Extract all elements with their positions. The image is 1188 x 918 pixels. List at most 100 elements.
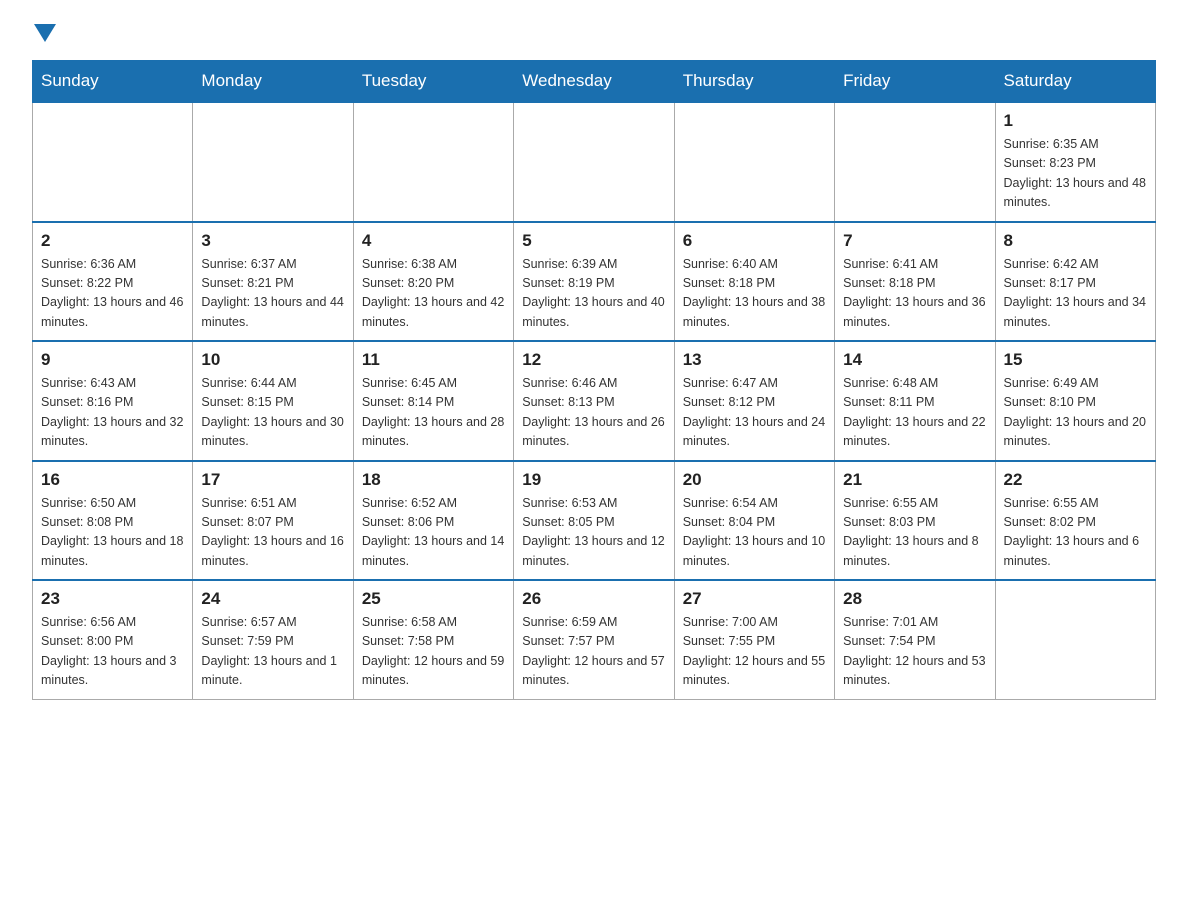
- calendar-cell: 27 Sunrise: 7:00 AM Sunset: 7:55 PM Dayli…: [674, 580, 834, 699]
- calendar-cell: 6Sunrise: 6:40 AM Sunset: 8:18 PM Daylig…: [674, 222, 834, 342]
- calendar-cell: 23 Sunrise: 6:56 AM Sunset: 8:00 PM Dayli…: [33, 580, 193, 699]
- weekday-header-sunday: Sunday: [33, 61, 193, 103]
- day-number: 14: [843, 350, 986, 370]
- day-info: Sunrise: 6:52 AM Sunset: 8:06 PM Dayligh…: [362, 494, 505, 572]
- day-info: Sunrise: 6:36 AM Sunset: 8:22 PM Dayligh…: [41, 255, 184, 333]
- week-row-4: 16 Sunrise: 6:50 AM Sunset: 8:08 PM Dayli…: [33, 461, 1156, 581]
- day-info: Sunrise: 6:41 AM Sunset: 8:18 PM Dayligh…: [843, 255, 986, 333]
- day-info: Sunrise: 6:39 AM Sunset: 8:19 PM Dayligh…: [522, 255, 665, 333]
- weekday-header-saturday: Saturday: [995, 61, 1155, 103]
- day-info: Sunrise: 6:43 AM Sunset: 8:16 PM Dayligh…: [41, 374, 184, 452]
- day-info: Sunrise: 6:51 AM Sunset: 8:07 PM Dayligh…: [201, 494, 344, 572]
- day-info: Sunrise: 6:46 AM Sunset: 8:13 PM Dayligh…: [522, 374, 665, 452]
- calendar-cell: 22Sunrise: 6:55 AM Sunset: 8:02 PM Dayli…: [995, 461, 1155, 581]
- day-number: 23: [41, 589, 184, 609]
- day-info: Sunrise: 6:57 AM Sunset: 7:59 PM Dayligh…: [201, 613, 344, 691]
- day-info: Sunrise: 7:00 AM Sunset: 7:55 PM Dayligh…: [683, 613, 826, 691]
- day-info: Sunrise: 6:42 AM Sunset: 8:17 PM Dayligh…: [1004, 255, 1147, 333]
- day-info: Sunrise: 6:58 AM Sunset: 7:58 PM Dayligh…: [362, 613, 505, 691]
- day-number: 7: [843, 231, 986, 251]
- calendar-cell: 14 Sunrise: 6:48 AM Sunset: 8:11 PM Dayli…: [835, 341, 995, 461]
- weekday-header-friday: Friday: [835, 61, 995, 103]
- calendar-table: SundayMondayTuesdayWednesdayThursdayFrid…: [32, 60, 1156, 700]
- day-info: Sunrise: 6:55 AM Sunset: 8:02 PM Dayligh…: [1004, 494, 1147, 572]
- day-number: 8: [1004, 231, 1147, 251]
- logo-triangle-icon: [34, 24, 56, 42]
- day-info: Sunrise: 6:47 AM Sunset: 8:12 PM Dayligh…: [683, 374, 826, 452]
- week-row-1: 1Sunrise: 6:35 AM Sunset: 8:23 PM Daylig…: [33, 102, 1156, 222]
- calendar-cell: 25 Sunrise: 6:58 AM Sunset: 7:58 PM Dayli…: [353, 580, 513, 699]
- calendar-cell: 5 Sunrise: 6:39 AM Sunset: 8:19 PM Daylig…: [514, 222, 674, 342]
- day-info: Sunrise: 7:01 AM Sunset: 7:54 PM Dayligh…: [843, 613, 986, 691]
- week-row-5: 23 Sunrise: 6:56 AM Sunset: 8:00 PM Dayli…: [33, 580, 1156, 699]
- day-number: 16: [41, 470, 184, 490]
- day-number: 12: [522, 350, 665, 370]
- calendar-cell: [674, 102, 834, 222]
- calendar-cell: [353, 102, 513, 222]
- day-number: 18: [362, 470, 505, 490]
- calendar-cell: 12 Sunrise: 6:46 AM Sunset: 8:13 PM Dayli…: [514, 341, 674, 461]
- day-number: 21: [843, 470, 986, 490]
- day-info: Sunrise: 6:59 AM Sunset: 7:57 PM Dayligh…: [522, 613, 665, 691]
- calendar-cell: 20 Sunrise: 6:54 AM Sunset: 8:04 PM Dayli…: [674, 461, 834, 581]
- day-number: 9: [41, 350, 184, 370]
- calendar-cell: 1Sunrise: 6:35 AM Sunset: 8:23 PM Daylig…: [995, 102, 1155, 222]
- calendar-cell: 26 Sunrise: 6:59 AM Sunset: 7:57 PM Dayli…: [514, 580, 674, 699]
- day-number: 27: [683, 589, 826, 609]
- day-info: Sunrise: 6:53 AM Sunset: 8:05 PM Dayligh…: [522, 494, 665, 572]
- calendar-cell: 13 Sunrise: 6:47 AM Sunset: 8:12 PM Dayli…: [674, 341, 834, 461]
- day-number: 3: [201, 231, 344, 251]
- page-header: [32, 24, 1156, 44]
- calendar-cell: [995, 580, 1155, 699]
- day-info: Sunrise: 6:48 AM Sunset: 8:11 PM Dayligh…: [843, 374, 986, 452]
- day-info: Sunrise: 6:49 AM Sunset: 8:10 PM Dayligh…: [1004, 374, 1147, 452]
- logo: [32, 24, 56, 44]
- weekday-header-monday: Monday: [193, 61, 353, 103]
- calendar-cell: 4 Sunrise: 6:38 AM Sunset: 8:20 PM Daylig…: [353, 222, 513, 342]
- calendar-cell: 10 Sunrise: 6:44 AM Sunset: 8:15 PM Dayli…: [193, 341, 353, 461]
- week-row-3: 9 Sunrise: 6:43 AM Sunset: 8:16 PM Daylig…: [33, 341, 1156, 461]
- weekday-header-row: SundayMondayTuesdayWednesdayThursdayFrid…: [33, 61, 1156, 103]
- calendar-cell: [514, 102, 674, 222]
- day-number: 25: [362, 589, 505, 609]
- day-number: 6: [683, 231, 826, 251]
- weekday-header-thursday: Thursday: [674, 61, 834, 103]
- calendar-cell: 15 Sunrise: 6:49 AM Sunset: 8:10 PM Dayli…: [995, 341, 1155, 461]
- calendar-cell: 17 Sunrise: 6:51 AM Sunset: 8:07 PM Dayli…: [193, 461, 353, 581]
- calendar-cell: 19 Sunrise: 6:53 AM Sunset: 8:05 PM Dayli…: [514, 461, 674, 581]
- day-number: 2: [41, 231, 184, 251]
- day-number: 17: [201, 470, 344, 490]
- day-number: 15: [1004, 350, 1147, 370]
- day-number: 5: [522, 231, 665, 251]
- day-number: 11: [362, 350, 505, 370]
- day-number: 4: [362, 231, 505, 251]
- calendar-cell: 8 Sunrise: 6:42 AM Sunset: 8:17 PM Daylig…: [995, 222, 1155, 342]
- day-info: Sunrise: 6:37 AM Sunset: 8:21 PM Dayligh…: [201, 255, 344, 333]
- day-number: 10: [201, 350, 344, 370]
- day-info: Sunrise: 6:45 AM Sunset: 8:14 PM Dayligh…: [362, 374, 505, 452]
- day-info: Sunrise: 6:50 AM Sunset: 8:08 PM Dayligh…: [41, 494, 184, 572]
- calendar-cell: 24 Sunrise: 6:57 AM Sunset: 7:59 PM Dayli…: [193, 580, 353, 699]
- calendar-cell: 16 Sunrise: 6:50 AM Sunset: 8:08 PM Dayli…: [33, 461, 193, 581]
- day-info: Sunrise: 6:35 AM Sunset: 8:23 PM Dayligh…: [1004, 135, 1147, 213]
- day-info: Sunrise: 6:38 AM Sunset: 8:20 PM Dayligh…: [362, 255, 505, 333]
- day-number: 19: [522, 470, 665, 490]
- calendar-cell: 3 Sunrise: 6:37 AM Sunset: 8:21 PM Daylig…: [193, 222, 353, 342]
- day-number: 13: [683, 350, 826, 370]
- day-info: Sunrise: 6:56 AM Sunset: 8:00 PM Dayligh…: [41, 613, 184, 691]
- calendar-cell: 28 Sunrise: 7:01 AM Sunset: 7:54 PM Dayli…: [835, 580, 995, 699]
- day-number: 24: [201, 589, 344, 609]
- calendar-cell: [193, 102, 353, 222]
- calendar-cell: 9 Sunrise: 6:43 AM Sunset: 8:16 PM Daylig…: [33, 341, 193, 461]
- calendar-cell: 21Sunrise: 6:55 AM Sunset: 8:03 PM Dayli…: [835, 461, 995, 581]
- calendar-cell: [33, 102, 193, 222]
- day-number: 26: [522, 589, 665, 609]
- weekday-header-wednesday: Wednesday: [514, 61, 674, 103]
- day-number: 28: [843, 589, 986, 609]
- day-info: Sunrise: 6:44 AM Sunset: 8:15 PM Dayligh…: [201, 374, 344, 452]
- day-number: 20: [683, 470, 826, 490]
- calendar-cell: 11 Sunrise: 6:45 AM Sunset: 8:14 PM Dayli…: [353, 341, 513, 461]
- calendar-cell: [835, 102, 995, 222]
- day-info: Sunrise: 6:54 AM Sunset: 8:04 PM Dayligh…: [683, 494, 826, 572]
- weekday-header-tuesday: Tuesday: [353, 61, 513, 103]
